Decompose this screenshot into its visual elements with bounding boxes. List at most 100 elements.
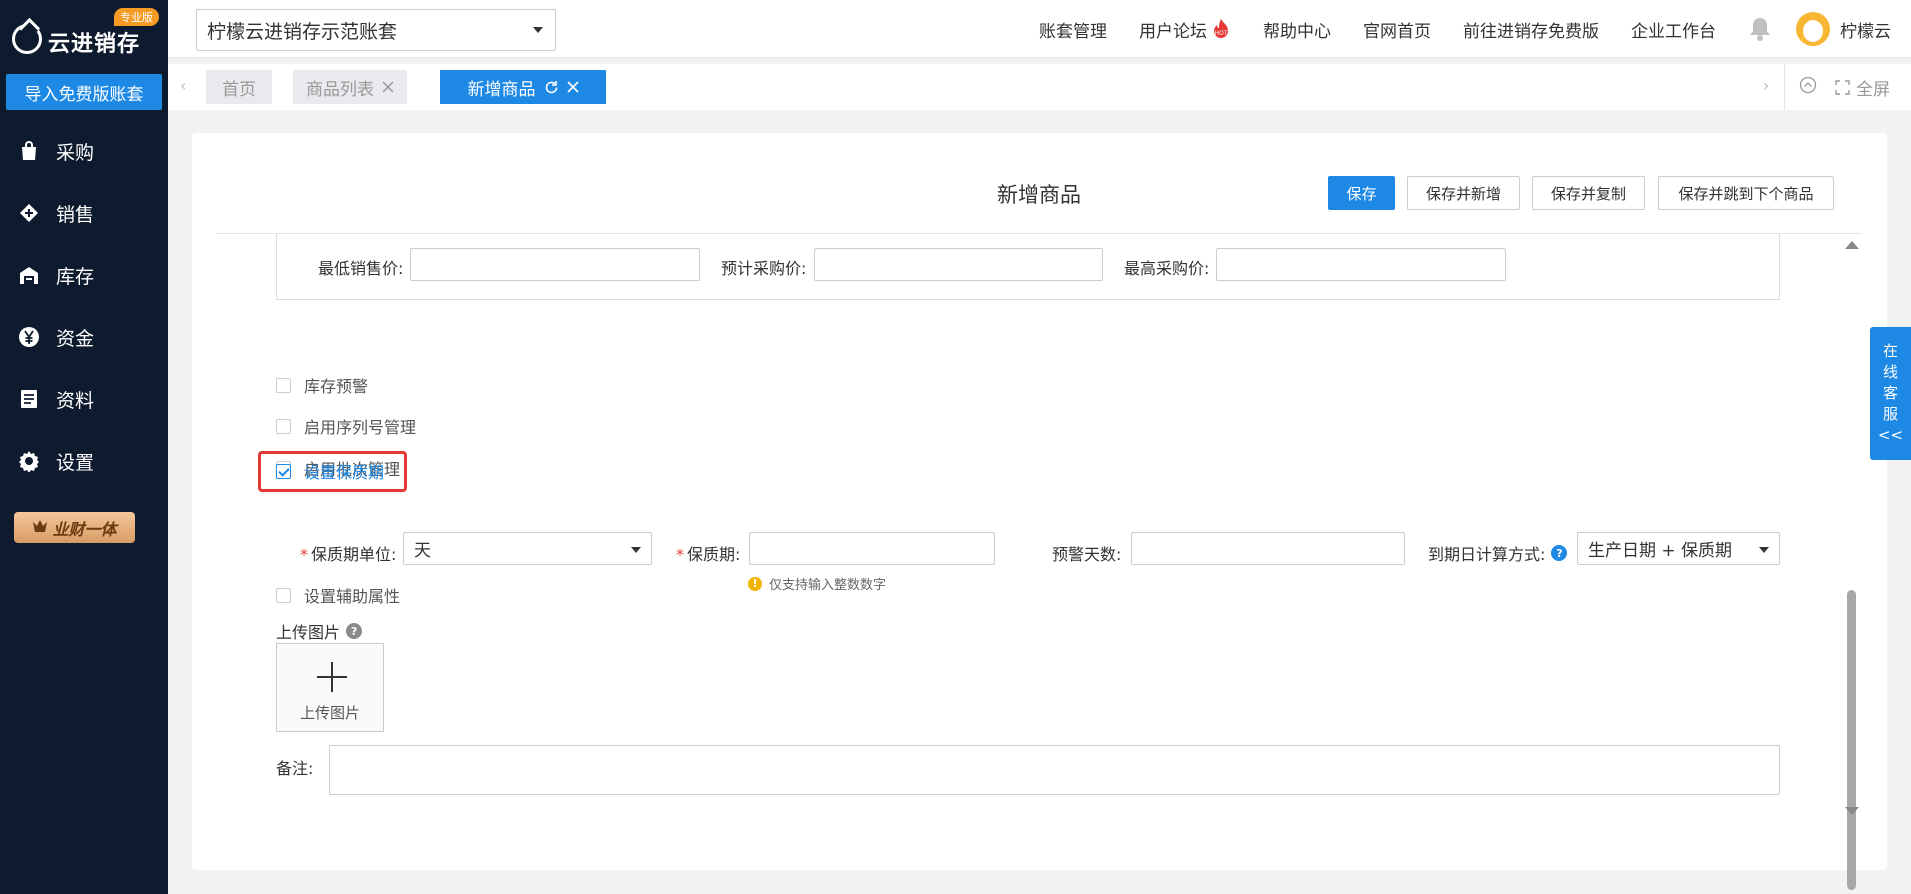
sidebar-item-inventory[interactable]: 库存	[0, 244, 168, 306]
sidebar-item-data[interactable]: 资料	[0, 368, 168, 430]
checkbox-label: 启用序列号管理	[304, 418, 417, 437]
shelf-life-hint-text: 仅支持输入整数数字	[769, 578, 887, 593]
fullscreen-label[interactable]: 全屏	[1856, 75, 1890, 100]
top-header: 柠檬云进销存示范账套 账套管理 用户论坛 HOT 帮助中心 官网首页 前往进销存…	[168, 0, 1911, 58]
chevron-down-icon	[533, 27, 543, 33]
upload-box-label: 上传图片	[299, 704, 360, 722]
sidebar-item-label: 采购	[56, 141, 95, 164]
chevron-left-icon[interactable]: ‹	[180, 76, 186, 95]
enterprise-workbench-link[interactable]: 企业工作台	[1631, 17, 1716, 42]
yen-icon	[18, 326, 40, 348]
vip-badge[interactable]: 业财一体	[14, 512, 135, 543]
sidebar-item-label: 销售	[56, 203, 95, 226]
crown-icon	[32, 518, 48, 537]
warehouse-icon	[18, 264, 40, 286]
shelf-life-unit-label: * 保质期单位:	[300, 545, 397, 564]
help-icon[interactable]: ?	[1551, 545, 1568, 561]
form-scroll-area: 最低销售价: 预计采购价: 最高采购价: 库存预警 启用序列号管理 启用批次管理…	[192, 234, 1887, 834]
expiry-calc-select[interactable]: 生产日期 + 保质期	[1577, 532, 1780, 565]
save-and-new-button[interactable]: 保存并新增	[1407, 176, 1520, 210]
upload-section-label: 上传图片 ?	[276, 619, 363, 643]
checkbox-box[interactable]	[276, 463, 291, 479]
min-sale-price-input[interactable]	[410, 248, 700, 281]
vertical-scrollbar[interactable]	[1844, 233, 1859, 890]
remarks-label: 备注:	[276, 759, 314, 778]
official-site-link[interactable]: 官网首页	[1363, 17, 1431, 42]
gear-icon	[18, 450, 40, 472]
online-service-tab[interactable]: 在 线 客 服 <<	[1870, 327, 1911, 460]
scroll-up-arrow-icon[interactable]	[1845, 241, 1859, 249]
sidebar-item-label: 设置	[56, 451, 95, 474]
app-logo[interactable]: 云进销存 专业版	[10, 8, 160, 57]
fullscreen-icon[interactable]	[1835, 79, 1850, 95]
expiry-calc-label-text: 到期日计算方式:	[1428, 545, 1546, 564]
sidebar: 云进销存 专业版 导入免费版账套 采购 销售 库存 资金 资料 设置 业财一体	[0, 0, 168, 894]
checkbox-box[interactable]	[276, 377, 291, 393]
app-name: 云进销存	[48, 32, 141, 57]
edition-badge: 专业版	[114, 8, 159, 26]
tab-label: 商品列表	[306, 79, 374, 100]
est-purchase-price-label: 预计采购价:	[721, 259, 807, 278]
min-sale-price-label: 最低销售价:	[318, 259, 404, 278]
account-management-link[interactable]: 账套管理	[1039, 17, 1107, 42]
close-icon[interactable]	[382, 81, 394, 93]
sidebar-item-label: 资金	[56, 327, 95, 350]
expiry-calc-label: 到期日计算方式: ?	[1428, 541, 1568, 565]
service-char: 线	[1882, 363, 1898, 381]
shelf-life-unit-select[interactable]: 天	[403, 532, 652, 565]
help-center-link[interactable]: 帮助中心	[1263, 17, 1331, 42]
upload-label-text: 上传图片	[276, 623, 341, 642]
chevron-right-icon[interactable]: ›	[1763, 76, 1769, 95]
upload-image-button[interactable]: 上传图片	[276, 643, 384, 732]
checkbox-box[interactable]	[276, 587, 291, 603]
warning-icon: !	[748, 576, 762, 591]
aux-attribute-checkbox[interactable]: 设置辅助属性	[276, 584, 400, 606]
shelf-life-checkbox[interactable]: 设置保质期	[276, 460, 384, 482]
max-purchase-price-input[interactable]	[1216, 248, 1506, 281]
tab-home[interactable]: 首页	[206, 70, 272, 104]
save-and-copy-button[interactable]: 保存并复制	[1532, 176, 1645, 210]
sidebar-item-label: 库存	[56, 265, 95, 288]
save-and-next-button[interactable]: 保存并跳到下个商品	[1658, 176, 1834, 210]
tab-bar: ‹ 首页 商品列表 新增商品 › 全屏	[168, 64, 1911, 110]
user-name[interactable]: 柠檬云	[1840, 17, 1891, 42]
sidebar-item-purchase[interactable]: 采购	[0, 120, 168, 182]
tab-new-product[interactable]: 新增商品	[440, 70, 606, 104]
diamond-icon	[18, 202, 40, 224]
bell-icon[interactable]	[1748, 16, 1772, 42]
user-forum-link[interactable]: 用户论坛 HOT	[1139, 17, 1231, 42]
serial-number-checkbox[interactable]: 启用序列号管理	[276, 415, 416, 437]
svg-text:HOT: HOT	[1215, 30, 1228, 37]
import-free-account-button[interactable]: 导入免费版账套	[6, 74, 162, 110]
sidebar-item-settings[interactable]: 设置	[0, 430, 168, 492]
sidebar-item-label: 资料	[56, 389, 95, 412]
checkbox-box[interactable]	[276, 418, 291, 434]
shelf-life-unit-value: 天	[414, 541, 431, 561]
warning-days-input[interactable]	[1131, 532, 1405, 565]
account-select-value: 柠檬云进销存示范账套	[207, 20, 398, 43]
sidebar-item-funds[interactable]: 资金	[0, 306, 168, 368]
scroll-down-arrow-icon[interactable]	[1845, 807, 1859, 815]
shelf-life-unit-label-text: 保质期单位:	[311, 545, 397, 564]
shopping-bag-icon	[18, 140, 40, 162]
service-char: 服	[1882, 405, 1898, 423]
free-version-link[interactable]: 前往进销存免费版	[1463, 17, 1599, 42]
stock-warning-checkbox[interactable]: 库存预警	[276, 374, 368, 396]
warning-days-label: 预警天数:	[1052, 545, 1122, 564]
save-button[interactable]: 保存	[1328, 176, 1395, 210]
refresh-icon[interactable]	[544, 80, 559, 95]
tab-label: 首页	[222, 79, 256, 100]
shelf-life-input[interactable]	[749, 532, 995, 565]
sidebar-item-sales[interactable]: 销售	[0, 182, 168, 244]
plus-icon	[317, 662, 347, 692]
help-icon[interactable]: ?	[346, 623, 363, 639]
checkbox-label: 设置保质期	[304, 463, 385, 482]
avatar[interactable]	[1796, 12, 1830, 46]
collapse-up-icon[interactable]	[1799, 76, 1817, 99]
remarks-textarea[interactable]	[329, 745, 1780, 795]
tab-product-list[interactable]: 商品列表	[293, 70, 407, 104]
scroll-thumb[interactable]	[1847, 590, 1856, 890]
est-purchase-price-input[interactable]	[814, 248, 1103, 281]
account-select[interactable]: 柠檬云进销存示范账套	[196, 9, 556, 51]
close-icon[interactable]	[566, 81, 579, 93]
